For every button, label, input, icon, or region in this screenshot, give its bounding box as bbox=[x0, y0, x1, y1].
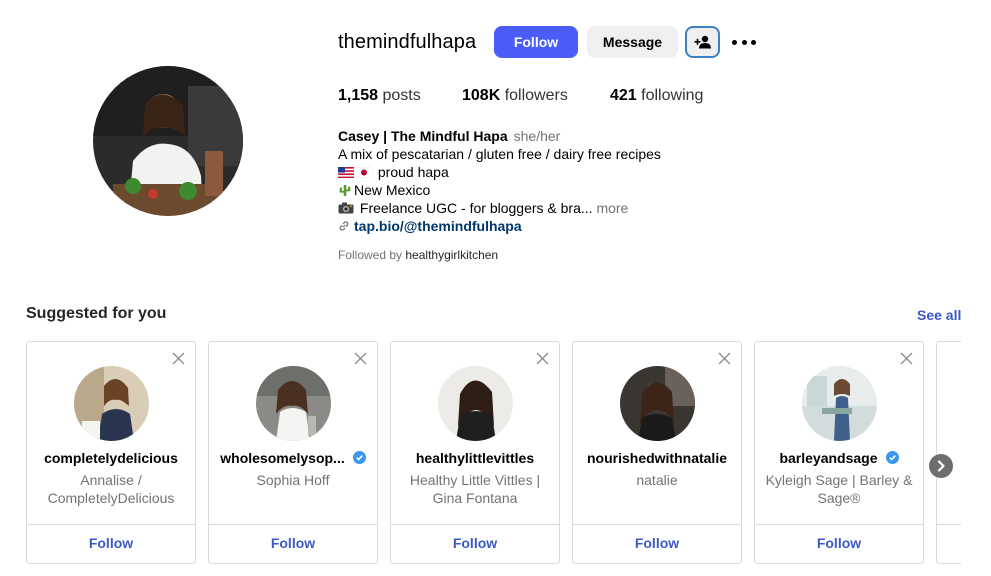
more-options-icon[interactable] bbox=[732, 34, 756, 50]
followed-by-prefix: Followed by bbox=[338, 248, 403, 262]
bio-line-4: Freelance UGC - for bloggers & bra... bbox=[359, 200, 593, 216]
suggested-card[interactable]: completelydelicious Annalise / Completel… bbox=[26, 341, 196, 564]
followers-stat[interactable]: 108K followers bbox=[462, 87, 568, 105]
suggested-follow-button[interactable]: Follow bbox=[27, 535, 195, 551]
suggested-fullname: Annalise / CompletelyDelicious bbox=[47, 472, 175, 506]
profile-username: themindfulhapa bbox=[338, 31, 477, 53]
username-text: healthylittlevittles bbox=[415, 450, 535, 466]
suggested-card[interactable]: wholesomelysop... Sophia Hoff Follow bbox=[208, 341, 378, 564]
profile-bio: Casey | The Mindful Hapa she/her A mix of… bbox=[338, 127, 758, 235]
camera-icon bbox=[338, 202, 354, 214]
posts-label: posts bbox=[382, 87, 421, 104]
followers-count: 108K bbox=[462, 87, 501, 104]
card-divider bbox=[391, 524, 559, 525]
bio-line-3: New Mexico bbox=[354, 182, 431, 198]
bio-line-2: proud hapa bbox=[377, 164, 449, 180]
suggested-fullname: natalie bbox=[636, 472, 678, 488]
suggested-avatar[interactable] bbox=[256, 366, 331, 441]
suggested-follow-button[interactable]: Follow bbox=[573, 535, 741, 551]
suggested-fullname: Sophia Hoff bbox=[256, 472, 330, 488]
suggested-username[interactable]: wholesomelysop... bbox=[209, 450, 377, 466]
close-icon[interactable] bbox=[354, 352, 367, 365]
suggested-fullname: Kyleigh Sage | Barley & Sage® bbox=[765, 472, 913, 506]
bio-more-link[interactable]: more bbox=[596, 200, 628, 216]
suggested-card-partial[interactable] bbox=[936, 341, 961, 564]
suggested-follow-button[interactable]: Follow bbox=[391, 535, 559, 551]
suggested-avatar[interactable] bbox=[620, 366, 695, 441]
card-divider bbox=[27, 524, 195, 525]
suggested-follow-button[interactable]: Follow bbox=[755, 535, 923, 551]
link-icon bbox=[339, 221, 349, 231]
us-flag-icon bbox=[338, 167, 354, 178]
posts-stat: 1,158 posts bbox=[338, 87, 421, 105]
username-text: nourishedwithnatalie bbox=[586, 450, 727, 466]
follow-button[interactable]: Follow bbox=[494, 26, 578, 58]
followed-by[interactable]: Followed by healthygirlkitchen bbox=[338, 248, 498, 262]
verified-badge-icon bbox=[352, 451, 366, 464]
suggested-follow-button[interactable]: Follow bbox=[209, 535, 377, 551]
suggested-title: Suggested for you bbox=[26, 305, 167, 322]
suggested-username[interactable]: completelydelicious bbox=[27, 450, 195, 466]
suggested-avatar[interactable] bbox=[802, 366, 877, 441]
close-icon[interactable] bbox=[172, 352, 185, 365]
following-count: 421 bbox=[610, 87, 637, 104]
followed-by-user[interactable]: healthygirlkitchen bbox=[405, 248, 498, 262]
suggested-avatar[interactable] bbox=[74, 366, 149, 441]
suggested-fullname: Healthy Little Vittles | Gina Fontana bbox=[409, 472, 541, 506]
suggested-username[interactable]: healthylittlevittles bbox=[391, 450, 559, 466]
suggested-username[interactable]: barleyandsage bbox=[755, 450, 923, 466]
close-icon[interactable] bbox=[536, 352, 549, 365]
display-name: Casey | The Mindful Hapa bbox=[338, 128, 508, 144]
suggested-card[interactable]: barleyandsage Kyleigh Sage | Barley & Sa… bbox=[754, 341, 924, 564]
pronouns: she/her bbox=[513, 128, 561, 144]
username-text: barleyandsage bbox=[779, 450, 878, 466]
following-stat[interactable]: 421 following bbox=[610, 87, 703, 105]
carousel-next-button[interactable] bbox=[929, 454, 953, 478]
bio-external-link[interactable]: tap.bio/@themindfulhapa bbox=[354, 218, 522, 234]
profile-avatar[interactable] bbox=[93, 66, 243, 216]
chevron-right-icon bbox=[937, 460, 945, 472]
card-divider bbox=[209, 524, 377, 525]
see-all-link[interactable]: See all bbox=[917, 307, 961, 323]
followers-label: followers bbox=[504, 87, 568, 104]
suggested-avatar[interactable] bbox=[438, 366, 513, 441]
username-text: wholesomelysop... bbox=[220, 450, 345, 466]
posts-count: 1,158 bbox=[338, 87, 379, 104]
japan-flag-icon bbox=[356, 167, 372, 178]
suggested-card[interactable]: nourishedwithnatalie natalie Follow bbox=[572, 341, 742, 564]
card-divider bbox=[573, 524, 741, 525]
username-text: completelydelicious bbox=[44, 450, 178, 466]
suggested-card[interactable]: healthylittlevittles Healthy Little Vitt… bbox=[390, 341, 560, 564]
add-user-icon bbox=[694, 35, 711, 49]
card-divider bbox=[755, 524, 923, 525]
bio-line-1: A mix of pescatarian / gluten free / dai… bbox=[338, 146, 661, 162]
following-label: following bbox=[641, 87, 704, 104]
card-divider bbox=[937, 524, 961, 525]
cactus-icon bbox=[339, 184, 351, 197]
suggested-username[interactable]: nourishedwithnatalie bbox=[573, 450, 741, 466]
message-button[interactable]: Message bbox=[587, 26, 678, 58]
suggested-carousel: completelydelicious Annalise / Completel… bbox=[26, 341, 961, 564]
close-icon[interactable] bbox=[900, 352, 913, 365]
verified-badge-icon bbox=[885, 451, 899, 464]
close-icon[interactable] bbox=[718, 352, 731, 365]
suggest-similar-button[interactable] bbox=[685, 26, 720, 58]
